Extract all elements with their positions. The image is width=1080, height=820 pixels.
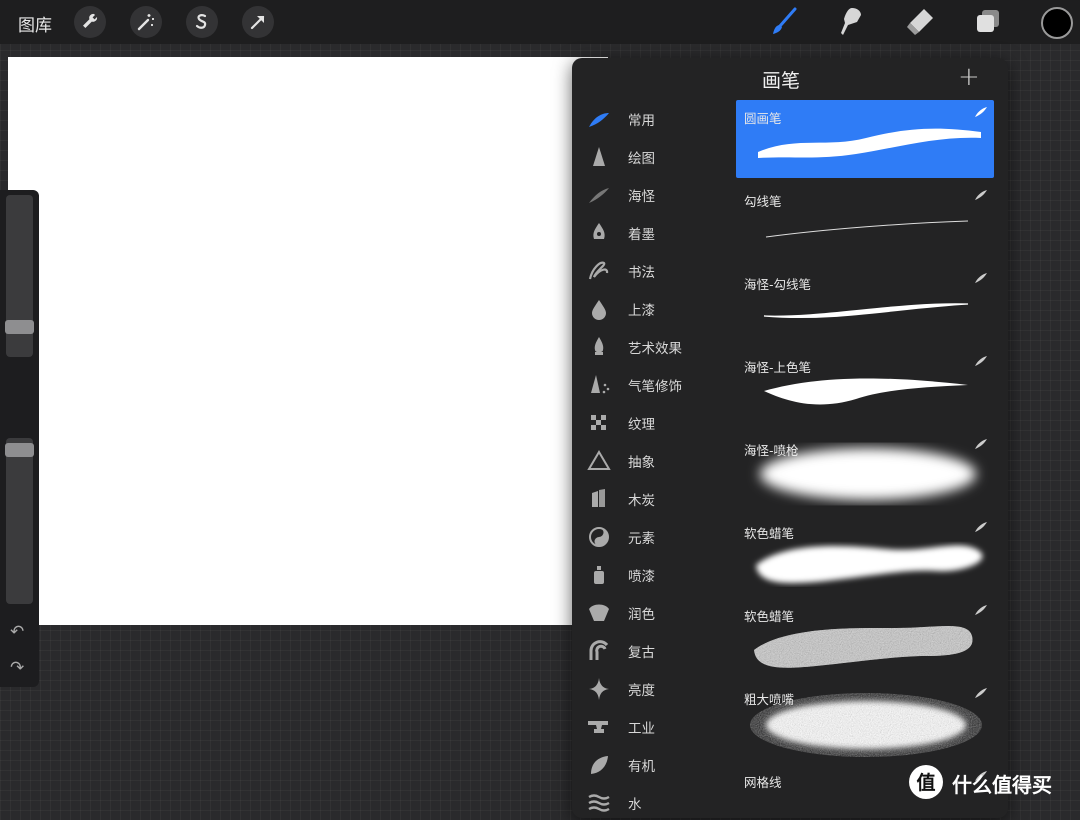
brush-stroke-icon (589, 188, 609, 203)
category-item[interactable]: 复古 (586, 637, 736, 665)
brush-stroke-preview (754, 626, 973, 668)
brush-stroke-preview (763, 303, 969, 319)
svg-text:值: 值 (916, 771, 935, 794)
brush-item[interactable]: 软色蜡笔 (736, 515, 994, 593)
category-item[interactable]: 有机 (586, 751, 736, 779)
category-item[interactable]: 亮度 (586, 675, 736, 703)
gallery-button[interactable]: 图库 (18, 11, 52, 36)
side-toolbar: ↶ ↷ (0, 190, 39, 687)
smudge-icon[interactable] (834, 4, 870, 40)
leaf-icon (591, 756, 608, 774)
retro-arch-icon (589, 640, 609, 660)
magic-wand-icon[interactable] (130, 6, 162, 38)
category-item[interactable]: 喷漆 (586, 561, 736, 589)
brush-stroke-preview (760, 448, 976, 500)
brush-stroke-preview (764, 378, 968, 405)
category-item[interactable]: 气笔修饰 (586, 371, 736, 399)
spray-can-icon (594, 566, 604, 584)
calligraphy-icon (588, 261, 609, 280)
category-item[interactable]: 元素 (586, 523, 736, 551)
eraser-icon[interactable] (902, 4, 938, 40)
brush-stroke-preview (756, 545, 983, 584)
brush-size-slider[interactable] (5, 195, 34, 357)
feather-icon (589, 113, 609, 127)
brush-item[interactable]: 软色蜡笔 (736, 598, 994, 676)
brush-item[interactable]: 圆画笔 (736, 100, 994, 178)
selection-icon[interactable] (186, 6, 218, 38)
texture-icon (591, 415, 606, 430)
category-item[interactable]: 抽象 (586, 447, 736, 475)
brush-list[interactable]: 圆画笔 勾线笔 海怪-勾线笔 海怪-上色笔 海怪-喷枪 软色蜡笔 软色蜡笔 粗大… (736, 100, 994, 820)
anvil-icon (588, 721, 608, 733)
transform-icon[interactable] (242, 6, 274, 38)
yin-yang-icon (589, 527, 609, 547)
paint-drop-icon (592, 300, 606, 320)
airbrush-icon (591, 375, 610, 394)
category-item[interactable]: 工业 (586, 713, 736, 741)
brush-size-thumb[interactable] (5, 320, 34, 334)
undo-icon[interactable]: ↶ (10, 622, 24, 642)
category-item[interactable]: 书法 (586, 257, 736, 285)
add-brush-button[interactable]: + (958, 62, 980, 92)
opacity-thumb[interactable] (5, 443, 34, 457)
category-item[interactable]: 海怪 (586, 181, 736, 209)
brush-item[interactable]: 粗大喷嘴 (736, 681, 994, 759)
art-drop-icon (594, 337, 604, 355)
panel-title: 画笔 (762, 70, 801, 92)
layers-icon[interactable] (970, 4, 1006, 40)
brush-item[interactable]: 海怪-喷枪 (736, 432, 994, 510)
redo-icon[interactable]: ↷ (10, 658, 24, 678)
category-item[interactable]: 绘图 (586, 143, 736, 171)
drawing-canvas[interactable] (8, 57, 608, 625)
watermark-logo-icon: 值 (909, 765, 943, 799)
watermark-text: 什么值得买 (952, 773, 1052, 797)
brush-item[interactable]: 海怪-上色笔 (736, 349, 994, 427)
shell-icon (589, 604, 609, 621)
sparkle-icon (589, 678, 609, 700)
category-item[interactable]: 纹理 (586, 409, 736, 437)
brush-library-panel: 画笔 + 常用 绘图 海怪 着墨 书法 上漆 艺术效果 气笔修饰 纹理 抽象 木… (572, 58, 1008, 818)
category-item[interactable]: 常用 (586, 105, 736, 133)
category-item[interactable]: 艺术效果 (586, 333, 736, 361)
brush-icon[interactable] (766, 4, 802, 40)
wrench-icon[interactable] (74, 6, 106, 38)
brush-stroke-preview (758, 128, 981, 158)
watermark: 值 什么值得买 (908, 764, 1076, 800)
charcoal-icon (592, 489, 605, 507)
brush-stroke-preview (765, 220, 969, 238)
category-item[interactable]: 上漆 (586, 295, 736, 323)
pencil-tip-icon (593, 147, 605, 166)
top-toolbar: 图库 (0, 0, 1080, 44)
brush-item[interactable]: 勾线笔 (736, 183, 994, 261)
opacity-slider[interactable] (5, 438, 34, 604)
brush-item[interactable]: 海怪-勾线笔 (736, 266, 994, 344)
category-item[interactable]: 水 (586, 789, 736, 817)
ink-nib-icon (593, 223, 605, 239)
category-item[interactable]: 润色 (586, 599, 736, 627)
category-item[interactable]: 木炭 (586, 485, 736, 513)
triangle-icon (587, 450, 611, 470)
color-picker-button[interactable] (1041, 7, 1073, 39)
category-item[interactable]: 着墨 (586, 219, 736, 247)
waves-icon (588, 794, 610, 812)
brush-stroke-preview (750, 693, 982, 757)
